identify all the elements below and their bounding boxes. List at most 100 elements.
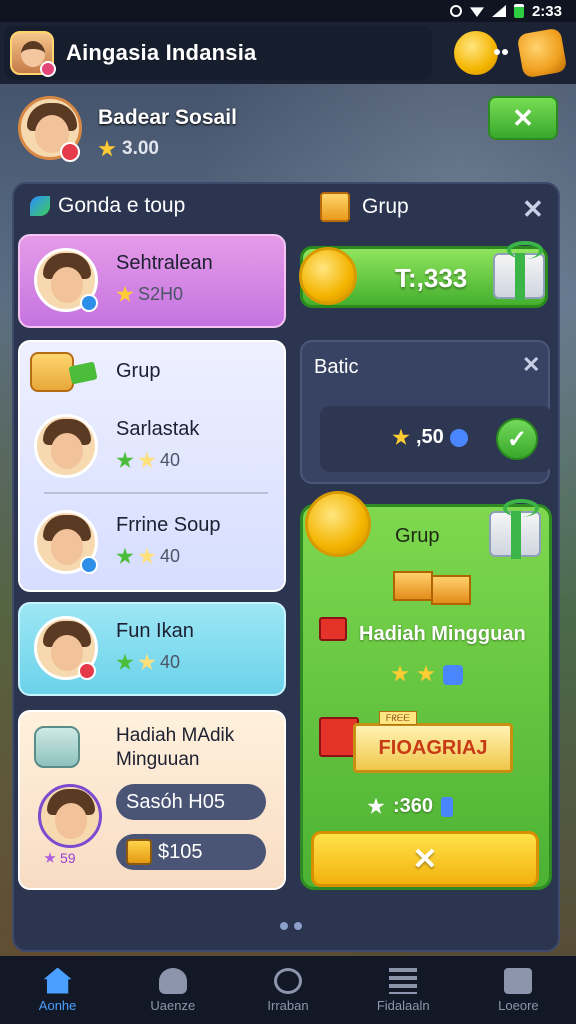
wifi-icon (469, 7, 484, 17)
gift-icon (126, 839, 152, 865)
weekly-subtitle: Hadiah Mingguan (359, 623, 526, 645)
batic-card: Batic ✕ ,50 ✓ (300, 340, 552, 484)
gift-icon (319, 617, 347, 641)
group-title: Grup (116, 360, 161, 382)
star-icon (138, 653, 156, 670)
divider (44, 492, 268, 494)
star-icon (138, 451, 156, 468)
bottom-nav: Aonhe Uaenze Irraban Fidalaaln Loeore (0, 956, 576, 1024)
avatar[interactable] (34, 414, 98, 478)
claim-close-button[interactable]: ✕ (311, 831, 539, 887)
coin-icon (299, 247, 357, 305)
gem-icon (441, 796, 454, 817)
home-icon (43, 967, 72, 994)
star-icon (116, 547, 134, 564)
potion-icon (443, 665, 463, 685)
ribbon-text: FIOAGRIAJ (378, 736, 488, 759)
star-icon (98, 140, 116, 157)
page-dot (280, 922, 288, 930)
list-icon (389, 967, 418, 994)
panel-left-title: Gonda e toup (58, 194, 186, 217)
avatar-rating: 59 (44, 850, 76, 866)
reward-bar-value: T:,333 (395, 263, 468, 293)
reward-stars (391, 665, 463, 685)
weekly-panel-title: Grup (395, 525, 440, 547)
alarm-icon (449, 5, 462, 17)
battery-icon (513, 4, 524, 18)
clock-icon (274, 967, 302, 994)
member-name: Sarlastak (116, 418, 200, 440)
member-rating: 40 (116, 546, 180, 567)
rating-value: 40 (160, 652, 181, 672)
star-icon (116, 285, 134, 302)
treasure-icon (30, 352, 74, 392)
price-pill-label: $105 (158, 840, 203, 863)
nav-label: Fidalaaln (376, 997, 430, 1013)
weekly-title: Hadiah MAdik Minguuan (116, 725, 235, 770)
avatar[interactable] (38, 784, 102, 848)
reward-pill-label: Sasóh H05 (126, 790, 225, 813)
close-button[interactable]: ✕ (488, 96, 558, 140)
member-name: Sehtralean (116, 252, 213, 274)
nav-label: Aonhe (38, 997, 77, 1013)
green-gem-icon (68, 361, 98, 385)
gift-box-icon (320, 192, 350, 222)
teapot-icon (34, 726, 80, 768)
member-rating: 40 (116, 652, 180, 673)
nav-label: Loeore (498, 997, 539, 1013)
reward-pill[interactable]: Sasóh H05 (116, 784, 266, 820)
star-icon (138, 547, 156, 564)
member-card-cyan[interactable]: Fun Ikan 40 (18, 602, 286, 696)
app-avatar[interactable] (10, 31, 56, 77)
gift-icon (489, 499, 541, 559)
app-title: Aingasia Indansia (66, 40, 257, 65)
profile-badge-icon (60, 142, 80, 162)
notification-badge-icon (40, 61, 56, 77)
nav-item-gallery[interactable]: Loeore (461, 956, 576, 1024)
batic-value-text: ,50 (416, 426, 444, 448)
panel-right-header: Grup (320, 192, 409, 222)
nav-label: Uaenze (150, 997, 196, 1013)
reward-ribbon: FIOAGRIAJ (353, 723, 513, 773)
panel-close-icon[interactable]: ✕ (522, 194, 544, 225)
nav-item-home[interactable]: Aonhe (0, 956, 115, 1024)
profile-row: Badear Sosail 3.00 ✕ (18, 92, 558, 168)
weekly-value: :360 (367, 795, 454, 818)
group-panel: Gonda e toup Grup ✕ Sehtralean S2H0 Grup… (12, 182, 560, 952)
coin-currency-icon[interactable] (454, 31, 508, 75)
gem-currency-icon[interactable] (516, 27, 568, 79)
nav-item-timer[interactable]: Irraban (230, 956, 345, 1024)
rating-value: 40 (160, 450, 181, 470)
member-card-pink[interactable]: Sehtralean S2H0 (18, 234, 286, 328)
weekly-reward-card: Hadiah MAdik Minguuan 59 Sasóh H05 $105 (18, 710, 286, 890)
weekly-reward-panel: Grup Hadiah Mingguan FIOAGRIAJ ᖴᖇᗴᗴ :360… (300, 491, 552, 890)
profile-rating-value: 3.00 (122, 138, 159, 159)
gem-icon (449, 428, 468, 447)
star-icon (116, 653, 134, 670)
rating-value: S2H0 (138, 284, 184, 304)
star-icon (391, 665, 409, 682)
page-dot (294, 922, 302, 930)
rating-value: 40 (160, 546, 181, 566)
panel-left-header: Gonda e toup (30, 194, 185, 218)
status-bar: 2:33 (0, 0, 576, 22)
nav-item-list[interactable]: Fidalaaln (346, 956, 461, 1024)
star-icon (417, 665, 435, 682)
nav-item-social[interactable]: Uaenze (115, 956, 230, 1024)
gold-bars-icon (393, 565, 473, 605)
price-pill[interactable]: $105 (116, 834, 266, 870)
leaf-icon (30, 196, 50, 216)
status-badge-icon (80, 556, 98, 574)
nav-label: Irraban (267, 997, 309, 1013)
people-icon (158, 967, 187, 994)
panel-right-title: Grup (362, 195, 409, 218)
ribbon-tag: ᖴᖇᗴᗴ (379, 711, 417, 725)
status-badge-icon (78, 662, 96, 680)
reward-bar[interactable]: T:,333 (299, 241, 548, 308)
confirm-button[interactable]: ✓ (496, 418, 538, 460)
rating-value: 59 (60, 850, 76, 866)
gift-icon (493, 241, 545, 301)
member-rating: S2H0 (116, 284, 183, 305)
batic-close-icon[interactable]: ✕ (522, 352, 540, 378)
star-icon (116, 451, 134, 468)
